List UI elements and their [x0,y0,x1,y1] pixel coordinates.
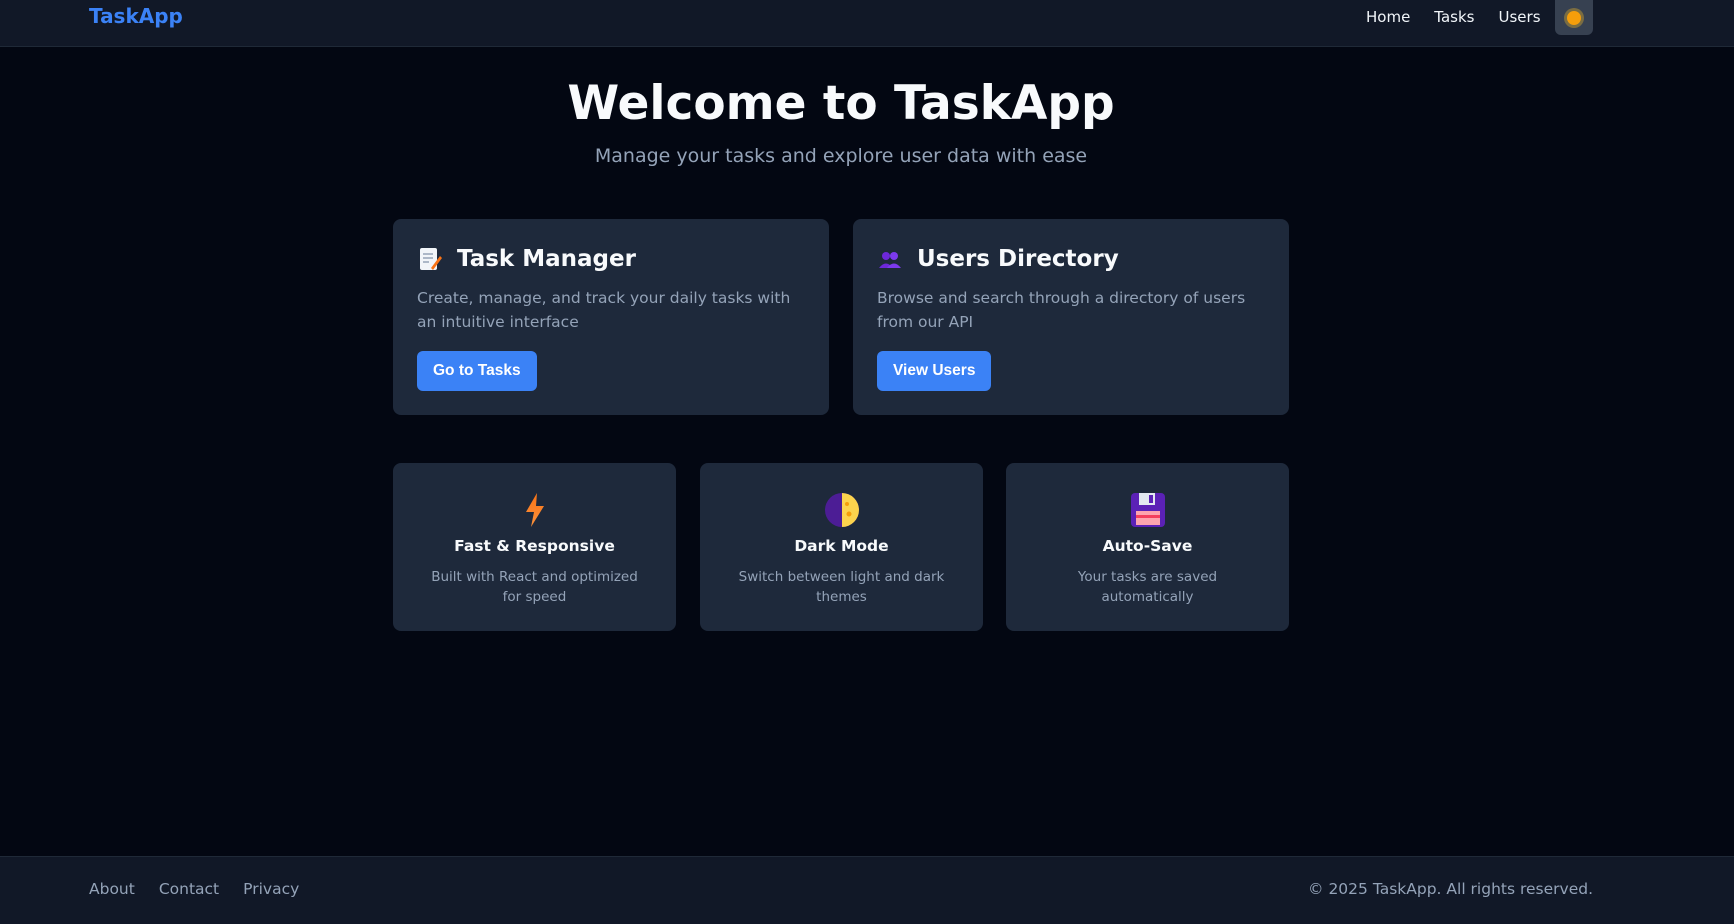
memo-icon [417,246,443,272]
sun-icon [1567,10,1581,25]
nav-link-users[interactable]: Users [1499,8,1541,26]
nav-links: Home Tasks Users [1366,0,1565,33]
card-title-row: Task Manager [417,246,805,272]
card-title-row: Users Directory [877,246,1265,272]
floppy-disk-icon [1129,491,1167,529]
moon-icon [823,491,861,529]
lightning-icon [516,491,554,529]
nav-link-home[interactable]: Home [1366,8,1410,26]
brand-logo[interactable]: TaskApp [89,4,183,28]
footer-link-contact[interactable]: Contact [159,880,219,898]
footer-link-about[interactable]: About [89,880,135,898]
users-directory-title: Users Directory [917,246,1119,272]
nav-link-tasks[interactable]: Tasks [1434,8,1474,26]
feature-card-dark-mode: Dark Mode Switch between light and dark … [700,463,983,631]
users-directory-card: Users Directory Browse and search throug… [853,219,1289,415]
task-manager-title: Task Manager [457,246,636,272]
feature-title: Auto-Save [1102,537,1193,555]
feature-title: Fast & Responsive [454,537,615,555]
copyright-text: © 2025 TaskApp. All rights reserved. [1308,880,1593,898]
footer: About Contact Privacy © 2025 TaskApp. Al… [0,856,1734,924]
task-manager-description: Create, manage, and track your daily tas… [417,289,791,331]
hero-title: Welcome to TaskApp [567,76,1115,131]
view-users-button[interactable]: View Users [877,351,992,391]
hero-subtitle: Manage your tasks and explore user data … [594,145,1088,167]
feature-title: Dark Mode [794,537,889,555]
feature-description: Switch between light and dark themes [738,569,945,605]
footer-links: About Contact Privacy [89,880,323,898]
users-icon [877,246,903,272]
feature-card-auto-save: Auto-Save Your tasks are saved automatic… [1006,463,1289,631]
theme-toggle-button[interactable] [1555,0,1593,35]
go-to-tasks-button[interactable]: Go to Tasks [417,351,537,391]
footer-link-privacy[interactable]: Privacy [243,880,299,898]
task-manager-card: Task Manager Create, manage, and track y… [393,219,829,415]
feature-card-fast: Fast & Responsive Built with React and o… [393,463,676,631]
users-directory-description: Browse and search through a directory of… [877,289,1246,331]
top-navbar: TaskApp Home Tasks Users [0,0,1734,47]
feature-description: Built with React and optimized for speed [431,569,638,605]
feature-description: Your tasks are saved automatically [1077,569,1218,605]
